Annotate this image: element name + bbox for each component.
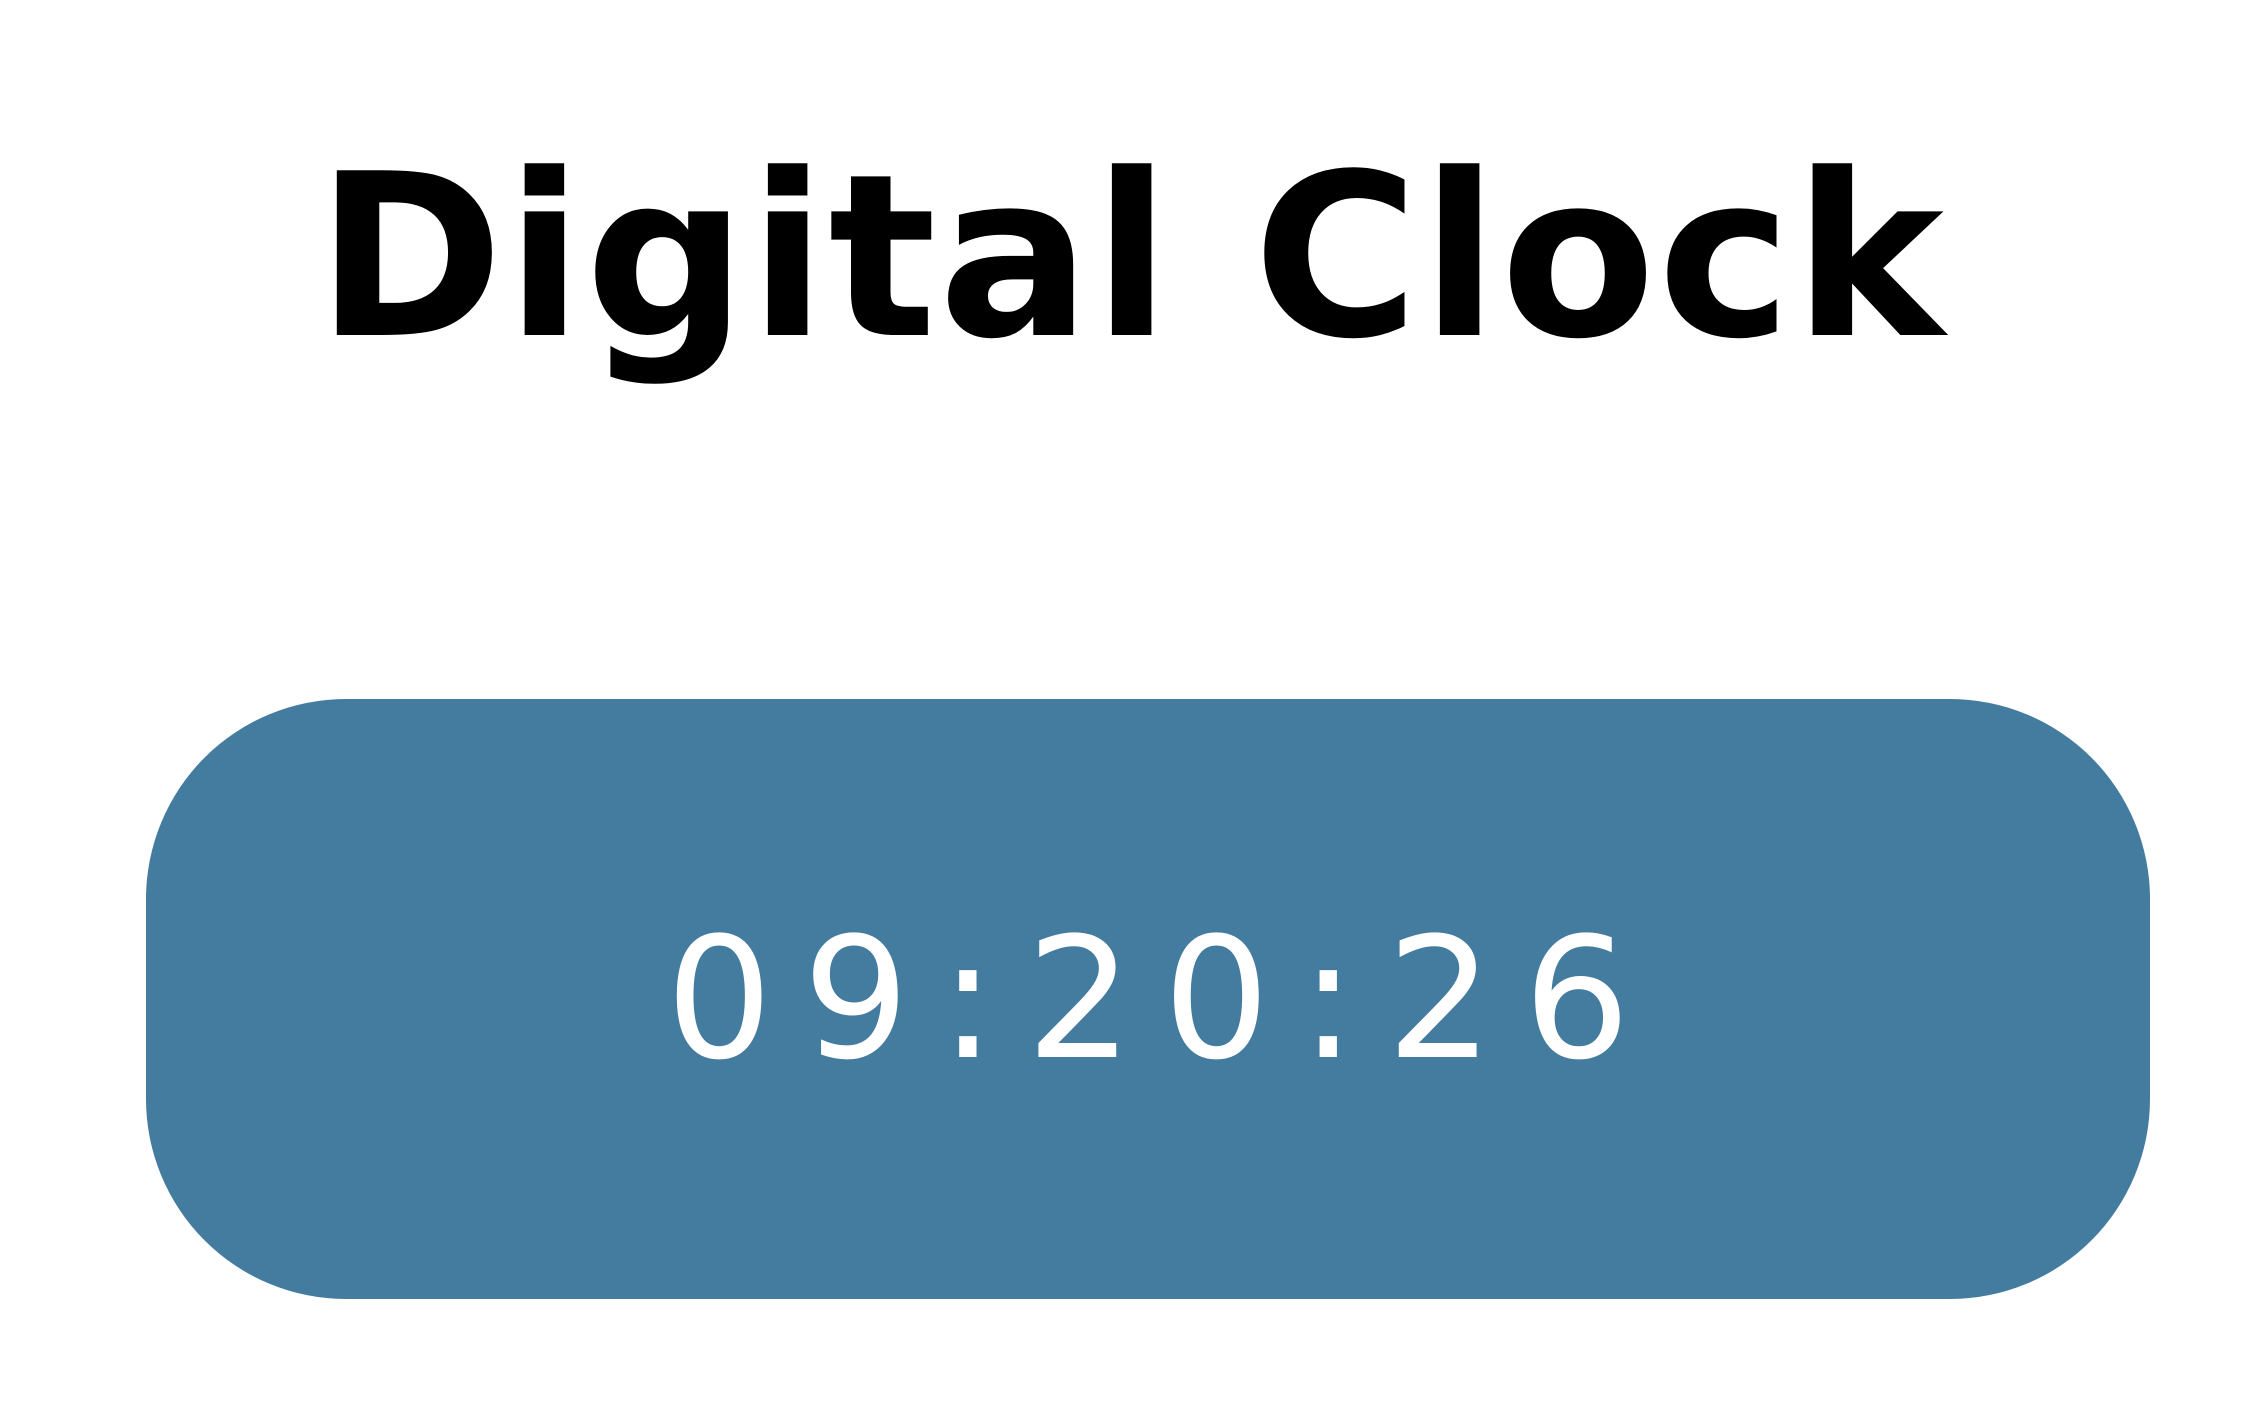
page-title: Digital Clock [316, 126, 1946, 389]
clock-time: 09:20:26 [665, 901, 1661, 1097]
clock-display-panel: 09:20:26 [146, 699, 2150, 1299]
digital-clock-page: Digital Clock 09:20:26 [0, 0, 2262, 1406]
